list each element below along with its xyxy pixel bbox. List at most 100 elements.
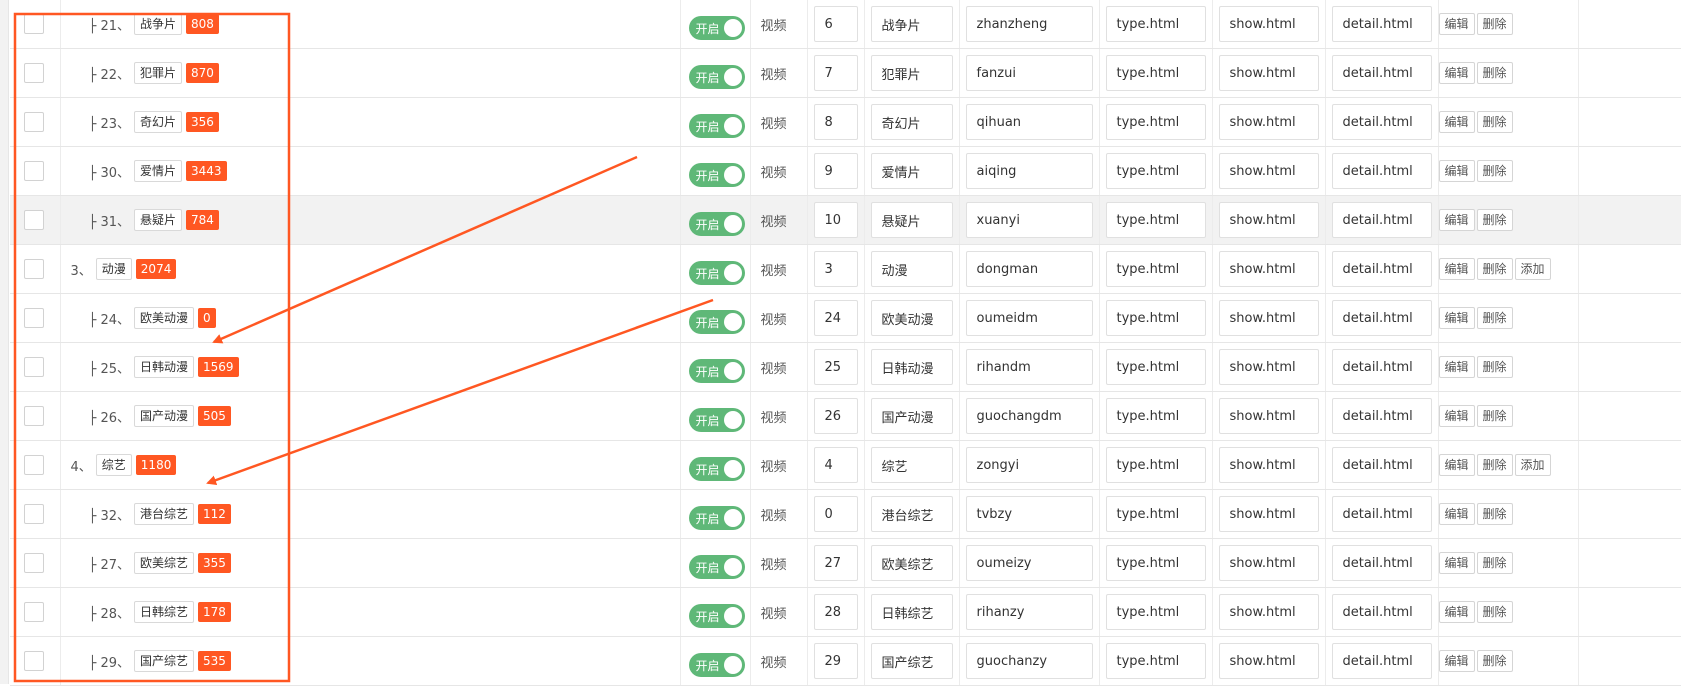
edit-button[interactable]: 编辑 (1438, 62, 1475, 84)
row-checkbox[interactable] (24, 602, 44, 622)
detail-template-input[interactable]: detail.html (1331, 594, 1432, 630)
sort-input[interactable]: 3 (813, 251, 858, 287)
sort-input[interactable]: 29 (813, 643, 858, 679)
ename-input[interactable]: fanzui (965, 55, 1093, 91)
edit-button[interactable]: 编辑 (1438, 307, 1475, 329)
sort-input[interactable]: 4 (813, 447, 858, 483)
status-toggle[interactable]: 开启 (688, 653, 745, 677)
show-template-input[interactable]: show.html (1218, 398, 1319, 434)
name-input[interactable]: 综艺 (870, 447, 953, 483)
row-checkbox[interactable] (24, 455, 44, 475)
ename-input[interactable]: qihuan (965, 104, 1093, 140)
add-button[interactable]: 添加 (1514, 258, 1551, 280)
ename-input[interactable]: oumeizy (965, 545, 1093, 581)
list-template-input[interactable]: type.html (1105, 643, 1206, 679)
ename-input[interactable]: zhanzheng (965, 6, 1093, 42)
status-toggle[interactable]: 开启 (688, 163, 745, 187)
ename-input[interactable]: aiqing (965, 153, 1093, 189)
row-checkbox[interactable] (24, 63, 44, 83)
detail-template-input[interactable]: detail.html (1331, 447, 1432, 483)
detail-template-input[interactable]: detail.html (1331, 251, 1432, 287)
ename-input[interactable]: rihandm (965, 349, 1093, 385)
delete-button[interactable]: 删除 (1476, 552, 1513, 574)
list-template-input[interactable]: type.html (1105, 104, 1206, 140)
sort-input[interactable]: 9 (813, 153, 858, 189)
delete-button[interactable]: 删除 (1476, 160, 1513, 182)
ename-input[interactable]: guochanzy (965, 643, 1093, 679)
detail-template-input[interactable]: detail.html (1331, 153, 1432, 189)
ename-input[interactable]: tvbzy (965, 496, 1093, 532)
list-template-input[interactable]: type.html (1105, 202, 1206, 238)
show-template-input[interactable]: show.html (1218, 349, 1319, 385)
name-input[interactable]: 国产动漫 (870, 398, 953, 434)
status-toggle[interactable]: 开启 (688, 261, 745, 285)
row-checkbox[interactable] (24, 504, 44, 524)
detail-template-input[interactable]: detail.html (1331, 545, 1432, 581)
row-checkbox[interactable] (24, 259, 44, 279)
name-input[interactable]: 动漫 (870, 251, 953, 287)
list-template-input[interactable]: type.html (1105, 594, 1206, 630)
status-toggle[interactable]: 开启 (688, 604, 745, 628)
name-input[interactable]: 国产综艺 (870, 643, 953, 679)
detail-template-input[interactable]: detail.html (1331, 496, 1432, 532)
delete-button[interactable]: 删除 (1476, 650, 1513, 672)
edit-button[interactable]: 编辑 (1438, 160, 1475, 182)
list-template-input[interactable]: type.html (1105, 447, 1206, 483)
list-template-input[interactable]: type.html (1105, 300, 1206, 336)
delete-button[interactable]: 删除 (1476, 258, 1513, 280)
name-input[interactable]: 欧美综艺 (870, 545, 953, 581)
list-template-input[interactable]: type.html (1105, 6, 1206, 42)
status-toggle[interactable]: 开启 (688, 16, 745, 40)
row-checkbox[interactable] (24, 14, 44, 34)
status-toggle[interactable]: 开启 (688, 555, 745, 579)
name-input[interactable]: 日韩综艺 (870, 594, 953, 630)
list-template-input[interactable]: type.html (1105, 398, 1206, 434)
name-input[interactable]: 日韩动漫 (870, 349, 953, 385)
list-template-input[interactable]: type.html (1105, 153, 1206, 189)
show-template-input[interactable]: show.html (1218, 251, 1319, 287)
ename-input[interactable]: guochangdm (965, 398, 1093, 434)
edit-button[interactable]: 编辑 (1438, 405, 1475, 427)
detail-template-input[interactable]: detail.html (1331, 300, 1432, 336)
edit-button[interactable]: 编辑 (1438, 454, 1475, 476)
list-template-input[interactable]: type.html (1105, 349, 1206, 385)
row-checkbox[interactable] (24, 406, 44, 426)
ename-input[interactable]: zongyi (965, 447, 1093, 483)
status-toggle[interactable]: 开启 (688, 408, 745, 432)
sort-input[interactable]: 7 (813, 55, 858, 91)
status-toggle[interactable]: 开启 (688, 359, 745, 383)
delete-button[interactable]: 删除 (1476, 209, 1513, 231)
row-checkbox[interactable] (24, 161, 44, 181)
status-toggle[interactable]: 开启 (688, 310, 745, 334)
name-input[interactable]: 爱情片 (870, 153, 953, 189)
show-template-input[interactable]: show.html (1218, 447, 1319, 483)
show-template-input[interactable]: show.html (1218, 545, 1319, 581)
status-toggle[interactable]: 开启 (688, 65, 745, 89)
ename-input[interactable]: dongman (965, 251, 1093, 287)
name-input[interactable]: 战争片 (870, 6, 953, 42)
row-checkbox[interactable] (24, 308, 44, 328)
name-input[interactable]: 悬疑片 (870, 202, 953, 238)
delete-button[interactable]: 删除 (1476, 307, 1513, 329)
show-template-input[interactable]: show.html (1218, 153, 1319, 189)
row-checkbox[interactable] (24, 553, 44, 573)
edit-button[interactable]: 编辑 (1438, 356, 1475, 378)
sort-input[interactable]: 0 (813, 496, 858, 532)
list-template-input[interactable]: type.html (1105, 496, 1206, 532)
show-template-input[interactable]: show.html (1218, 202, 1319, 238)
add-button[interactable]: 添加 (1514, 454, 1551, 476)
ename-input[interactable]: xuanyi (965, 202, 1093, 238)
delete-button[interactable]: 删除 (1476, 405, 1513, 427)
delete-button[interactable]: 删除 (1476, 62, 1513, 84)
row-checkbox[interactable] (24, 112, 44, 132)
status-toggle[interactable]: 开启 (688, 457, 745, 481)
name-input[interactable]: 奇幻片 (870, 104, 953, 140)
edit-button[interactable]: 编辑 (1438, 552, 1475, 574)
name-input[interactable]: 港台综艺 (870, 496, 953, 532)
show-template-input[interactable]: show.html (1218, 496, 1319, 532)
list-template-input[interactable]: type.html (1105, 251, 1206, 287)
detail-template-input[interactable]: detail.html (1331, 202, 1432, 238)
detail-template-input[interactable]: detail.html (1331, 349, 1432, 385)
show-template-input[interactable]: show.html (1218, 104, 1319, 140)
name-input[interactable]: 欧美动漫 (870, 300, 953, 336)
